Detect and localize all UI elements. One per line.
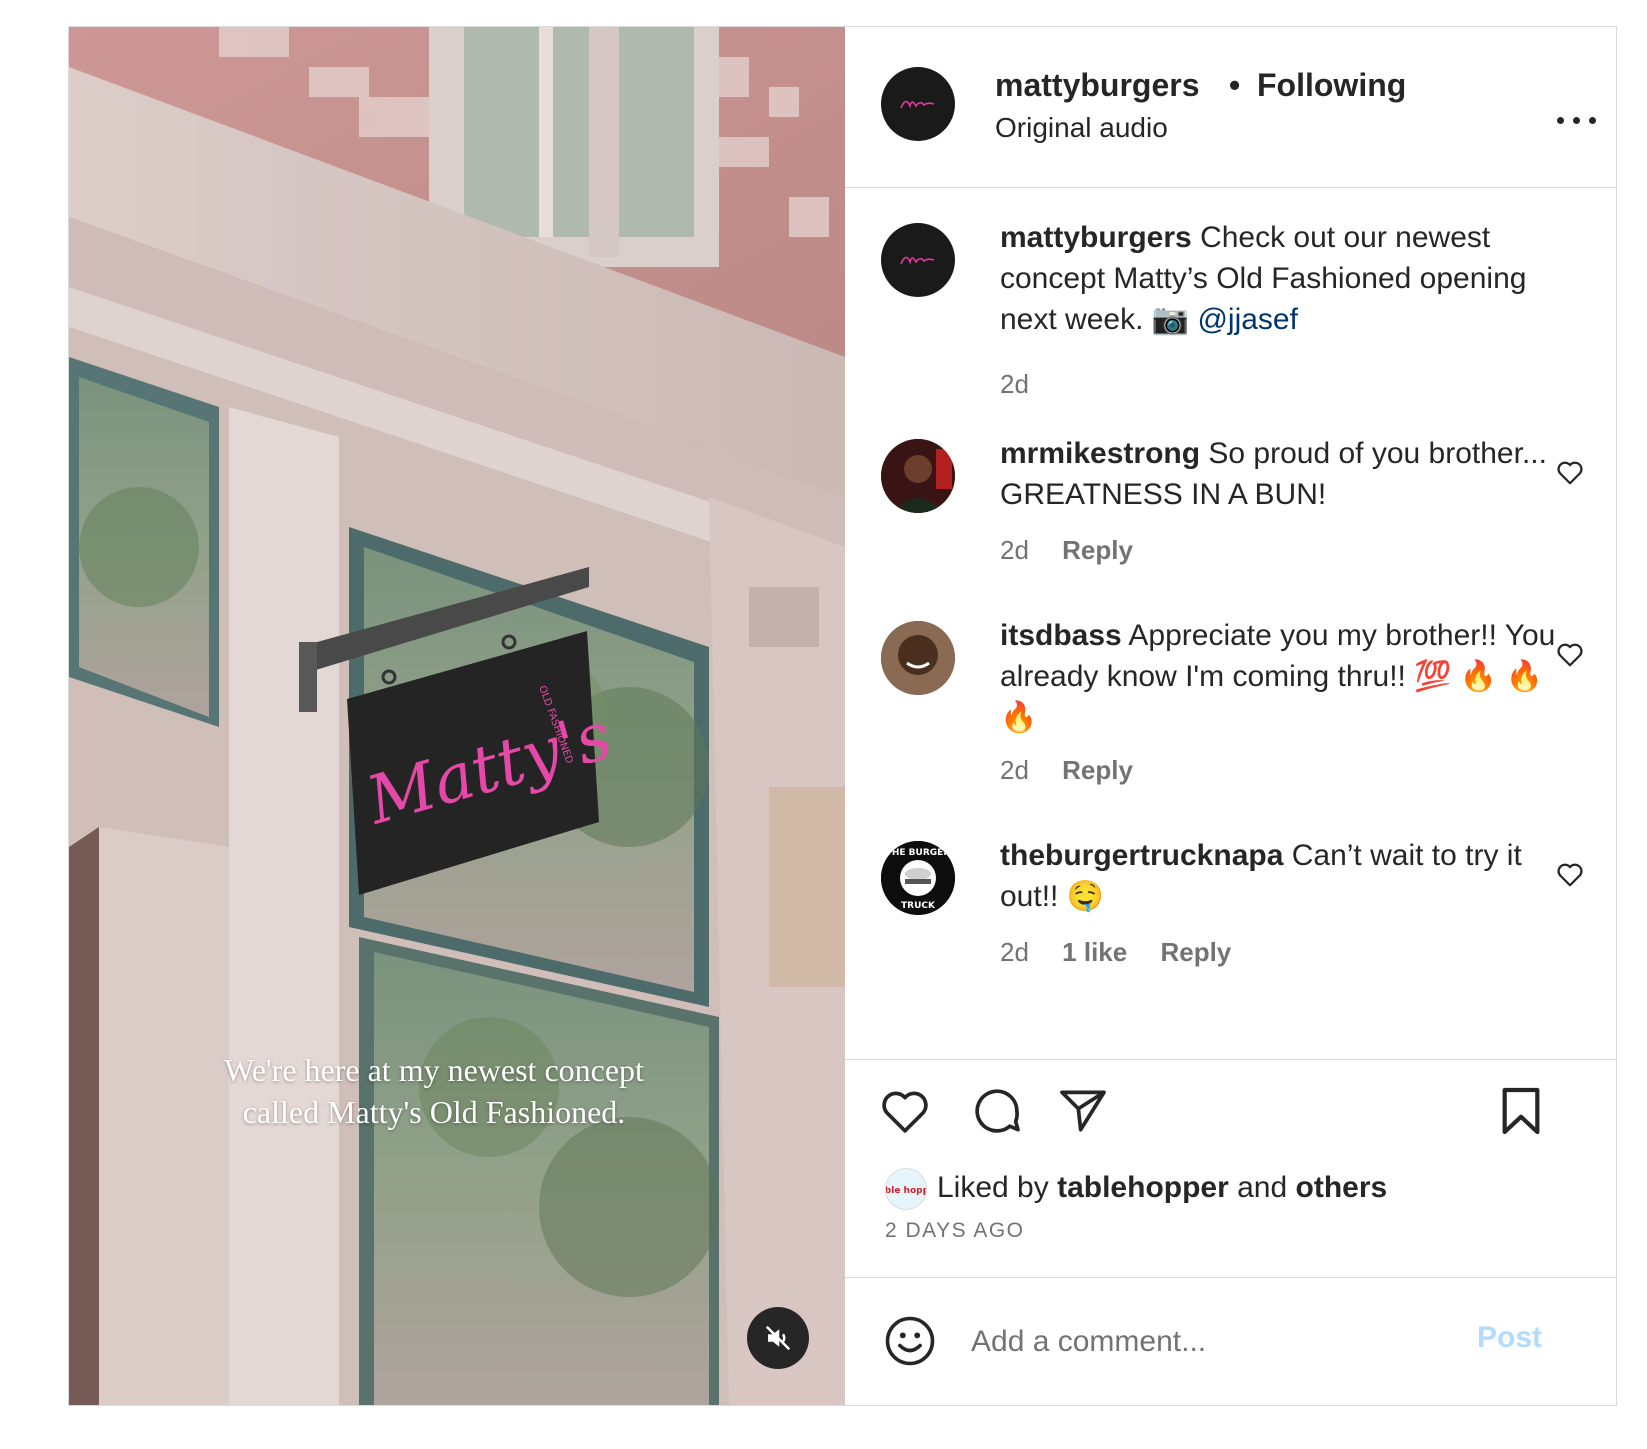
like-comment-heart-icon[interactable] bbox=[1555, 859, 1585, 889]
caption-avatar[interactable] bbox=[881, 223, 955, 297]
caption-username[interactable]: mattyburgers bbox=[1000, 221, 1192, 254]
subtitle-line-1: We're here at my newest concept bbox=[224, 1052, 644, 1088]
video-subtitle: We're here at my newest concept called M… bbox=[169, 1049, 699, 1133]
like-comment-heart-icon[interactable] bbox=[1555, 457, 1585, 487]
tablehopper-logo-icon: table hopper bbox=[886, 1169, 927, 1209]
share-paper-plane-icon[interactable] bbox=[1055, 1083, 1111, 1139]
divider bbox=[845, 1059, 1616, 1060]
liked-by-conj: and bbox=[1237, 1171, 1288, 1204]
person-photo-icon bbox=[881, 439, 955, 513]
comment-bubble-icon[interactable] bbox=[969, 1083, 1025, 1139]
matty-logo-icon bbox=[900, 256, 935, 265]
like-comment-heart-icon[interactable] bbox=[1555, 639, 1585, 669]
mention-link[interactable]: @jjasef bbox=[1197, 303, 1298, 336]
add-comment-input[interactable] bbox=[969, 1314, 1453, 1370]
more-options-icon[interactable] bbox=[1557, 109, 1607, 133]
avatar-text-bottom: TRUCK bbox=[901, 901, 936, 911]
caption-meta: 2d bbox=[1000, 369, 1055, 400]
add-comment-bar: Post bbox=[845, 1277, 1616, 1405]
comment-time: 2d bbox=[1000, 755, 1029, 785]
liker-avatar[interactable]: table hopper bbox=[885, 1168, 927, 1210]
reply-button[interactable]: Reply bbox=[1062, 535, 1133, 565]
avatar-text-top: THE BURGER bbox=[886, 848, 951, 858]
author-username[interactable]: mattyburgers bbox=[995, 67, 1200, 104]
emoji-smiley-icon[interactable] bbox=[883, 1314, 937, 1368]
reply-button[interactable]: Reply bbox=[1062, 755, 1133, 785]
post-details-panel: mattyburgers • Following Original audio … bbox=[845, 27, 1616, 1405]
caption-text: mattyburgers Check out our newest concep… bbox=[1000, 217, 1560, 340]
person-photo-icon bbox=[881, 621, 955, 695]
mute-button[interactable] bbox=[747, 1307, 809, 1369]
liked-by-text: Liked by tablehopper and others bbox=[937, 1171, 1387, 1205]
comment-meta: 2d Reply bbox=[1000, 755, 1133, 786]
post-timestamp[interactable]: 2 DAYS AGO bbox=[885, 1219, 1025, 1243]
storefront-scene: Matty's OLD FASHIONED bbox=[69, 27, 845, 1405]
comment-username[interactable]: theburgertrucknapa bbox=[1000, 839, 1283, 872]
comment-text: theburgertrucknapa Can’t wait to try it … bbox=[1000, 835, 1560, 917]
post-video[interactable]: Matty's OLD FASHIONED We're here at my n… bbox=[69, 27, 845, 1405]
post-card: Matty's OLD FASHIONED We're here at my n… bbox=[68, 26, 1617, 1406]
reply-button[interactable]: Reply bbox=[1160, 937, 1231, 967]
comment-likes[interactable]: 1 like bbox=[1062, 937, 1127, 967]
header-separator: • bbox=[1229, 67, 1241, 103]
comment-meta: 2d 1 like Reply bbox=[1000, 937, 1231, 968]
comment-text: itsdbass Appreciate you my brother!! You… bbox=[1000, 615, 1560, 738]
audio-link[interactable]: Original audio bbox=[995, 112, 1168, 144]
comment-username[interactable]: mrmikestrong bbox=[1000, 437, 1200, 470]
comment-time: 2d bbox=[1000, 937, 1029, 967]
commenter-avatar[interactable]: THE BURGER TRUCK bbox=[881, 841, 955, 915]
post-comment-button[interactable]: Post bbox=[1477, 1321, 1542, 1355]
liked-by-prefix: Liked by bbox=[937, 1171, 1049, 1204]
liker-avatar-text: table hopper bbox=[886, 1186, 927, 1196]
liked-by-others[interactable]: others bbox=[1296, 1171, 1388, 1204]
liked-by-user[interactable]: tablehopper bbox=[1057, 1171, 1229, 1204]
post-header: mattyburgers • Following Original audio bbox=[845, 27, 1616, 188]
save-bookmark-icon[interactable] bbox=[1493, 1083, 1549, 1139]
comment-time: 2d bbox=[1000, 535, 1029, 565]
author-avatar[interactable] bbox=[881, 67, 955, 141]
subtitle-line-2: called Matty's Old Fashioned. bbox=[242, 1094, 626, 1130]
burger-truck-logo-icon: THE BURGER TRUCK bbox=[881, 841, 955, 915]
comment-text: mrmikestrong So proud of you brother... … bbox=[1000, 433, 1560, 515]
action-bar bbox=[845, 1083, 1616, 1143]
speaker-muted-icon bbox=[765, 1325, 791, 1351]
following-button[interactable]: Following bbox=[1257, 67, 1406, 104]
matty-logo-icon bbox=[900, 100, 935, 109]
commenter-avatar[interactable] bbox=[881, 439, 955, 513]
commenter-avatar[interactable] bbox=[881, 621, 955, 695]
comment-username[interactable]: itsdbass bbox=[1000, 619, 1122, 652]
comment-meta: 2d Reply bbox=[1000, 535, 1133, 566]
caption-time: 2d bbox=[1000, 369, 1029, 399]
like-heart-icon[interactable] bbox=[877, 1083, 933, 1139]
